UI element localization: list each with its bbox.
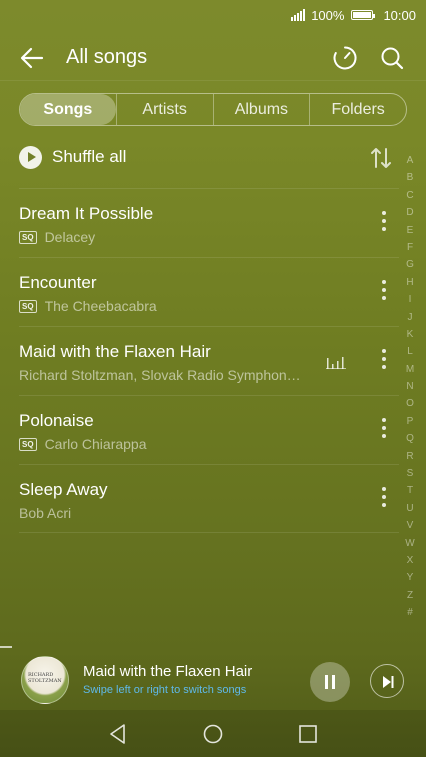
nav-back-icon[interactable] [106, 722, 130, 746]
song-artist-line: SQ Carlo Chiarappa [19, 436, 147, 452]
skip-next-icon [383, 676, 394, 688]
alphabet-index-letter[interactable]: C [406, 187, 413, 204]
battery-icon [351, 10, 376, 20]
alphabet-index-letter[interactable]: Y [407, 569, 414, 586]
alphabet-index-letter[interactable]: U [406, 500, 413, 517]
alphabet-index-letter[interactable]: J [408, 309, 413, 326]
swipe-hint: Swipe left or right to switch songs [83, 684, 247, 696]
alphabet-index-letter[interactable]: N [406, 378, 413, 395]
alphabet-index-letter[interactable]: R [406, 448, 413, 465]
alphabet-index-letter[interactable]: M [406, 361, 414, 378]
song-title: Maid with the Flaxen Hair [19, 342, 211, 361]
shuffle-all-button[interactable]: Shuffle all [19, 142, 399, 172]
more-options-icon[interactable] [377, 280, 391, 306]
song-artist: Carlo Chiarappa [44, 436, 147, 452]
next-track-button[interactable] [370, 664, 404, 698]
signal-icon [291, 9, 306, 21]
more-options-icon[interactable] [377, 418, 391, 444]
alphabet-index-letter[interactable]: Z [407, 587, 413, 604]
back-arrow-icon[interactable] [18, 44, 46, 72]
album-art-text: RICHARD STOLTZMAN [28, 672, 62, 684]
alphabet-index-letter[interactable]: A [407, 152, 414, 169]
alphabet-index-letter[interactable]: S [407, 465, 414, 482]
tab-artists[interactable]: Artists [115, 94, 213, 125]
now-playing-title: Maid with the Flaxen Hair [83, 663, 253, 680]
alphabet-index-letter[interactable]: # [407, 604, 413, 621]
sort-icon[interactable] [369, 145, 393, 171]
system-nav-bar [0, 710, 426, 757]
alphabet-index-letter[interactable]: B [407, 169, 414, 186]
song-row[interactable]: Maid with the Flaxen Hair Richard Stoltz… [19, 326, 399, 395]
nav-home-icon[interactable] [201, 722, 225, 746]
header-divider [0, 80, 426, 81]
alphabet-index-letter[interactable]: O [406, 395, 414, 412]
pause-button[interactable] [310, 662, 350, 702]
song-title: Dream It Possible [19, 204, 154, 223]
song-artist: Bob Acri [19, 505, 72, 521]
now-playing-icon [326, 357, 346, 369]
alphabet-index-letter[interactable]: K [407, 326, 414, 343]
mini-player[interactable]: RICHARD STOLTZMAN Maid with the Flaxen H… [0, 650, 426, 710]
song-row[interactable]: Sleep Away Bob Acri [19, 464, 399, 533]
song-row[interactable]: Encounter SQ The Cheebacabra [19, 257, 399, 326]
song-artist-line: SQ The Cheebacabra [19, 298, 157, 314]
sq-badge: SQ [19, 437, 37, 451]
song-artist-line: Bob Acri [19, 505, 71, 521]
more-options-icon[interactable] [377, 487, 391, 513]
tab-albums[interactable]: Albums [212, 94, 310, 125]
alphabet-index[interactable]: A B C D E F G H I J K L M N O P Q R S T U V W X Y Z # [404, 152, 416, 622]
tab-folders[interactable]: Folders [309, 94, 406, 125]
alphabet-index-letter[interactable]: I [409, 291, 412, 308]
more-options-icon[interactable] [377, 211, 391, 237]
alphabet-index-letter[interactable]: W [405, 535, 414, 552]
song-artist: Richard Stoltzman, Slovak Radio Symphon… [19, 367, 301, 383]
shuffle-all-label: Shuffle all [52, 147, 127, 166]
song-artist: Delacey [44, 229, 96, 245]
song-artist-line: SQ Delacey [19, 229, 95, 245]
song-list: Dream It Possible SQ Delacey Encounter S… [19, 188, 399, 533]
alphabet-index-letter[interactable]: V [407, 517, 414, 534]
tab-bar: Songs Artists Albums Folders [19, 93, 407, 126]
alphabet-index-letter[interactable]: F [407, 239, 413, 256]
search-icon[interactable] [378, 44, 406, 72]
playback-progress [0, 646, 12, 648]
alphabet-index-letter[interactable]: L [407, 343, 413, 360]
page-title: All songs [66, 46, 148, 68]
tab-songs[interactable]: Songs [20, 94, 116, 125]
alphabet-index-letter[interactable]: T [407, 482, 413, 499]
alphabet-index-letter[interactable]: P [407, 413, 414, 430]
sq-badge: SQ [19, 230, 37, 244]
play-icon [19, 145, 42, 169]
status-bar: 100% 10:00 [0, 0, 426, 30]
timer-icon[interactable] [331, 44, 359, 72]
song-row[interactable]: Dream It Possible SQ Delacey [19, 188, 399, 257]
album-art[interactable]: RICHARD STOLTZMAN [21, 656, 69, 704]
sq-badge: SQ [19, 299, 37, 313]
alphabet-index-letter[interactable]: X [407, 552, 414, 569]
song-artist: The Cheebacabra [44, 298, 157, 314]
song-row[interactable]: Polonaise SQ Carlo Chiarappa [19, 395, 399, 464]
alphabet-index-letter[interactable]: E [407, 222, 414, 239]
song-title: Encounter [19, 273, 97, 292]
app-header: All songs [0, 36, 426, 80]
alphabet-index-letter[interactable]: H [406, 274, 413, 291]
alphabet-index-letter[interactable]: G [406, 256, 414, 273]
more-options-icon[interactable] [377, 349, 391, 375]
alphabet-index-letter[interactable]: Q [406, 430, 414, 447]
alphabet-index-letter[interactable]: D [406, 204, 413, 221]
song-title: Sleep Away [19, 480, 108, 499]
song-title: Polonaise [19, 411, 94, 430]
nav-recents-icon[interactable] [296, 722, 320, 746]
battery-percent: 100% [311, 7, 345, 23]
status-time: 10:00 [383, 7, 416, 23]
song-artist-line: Richard Stoltzman, Slovak Radio Symphon… [19, 367, 301, 383]
